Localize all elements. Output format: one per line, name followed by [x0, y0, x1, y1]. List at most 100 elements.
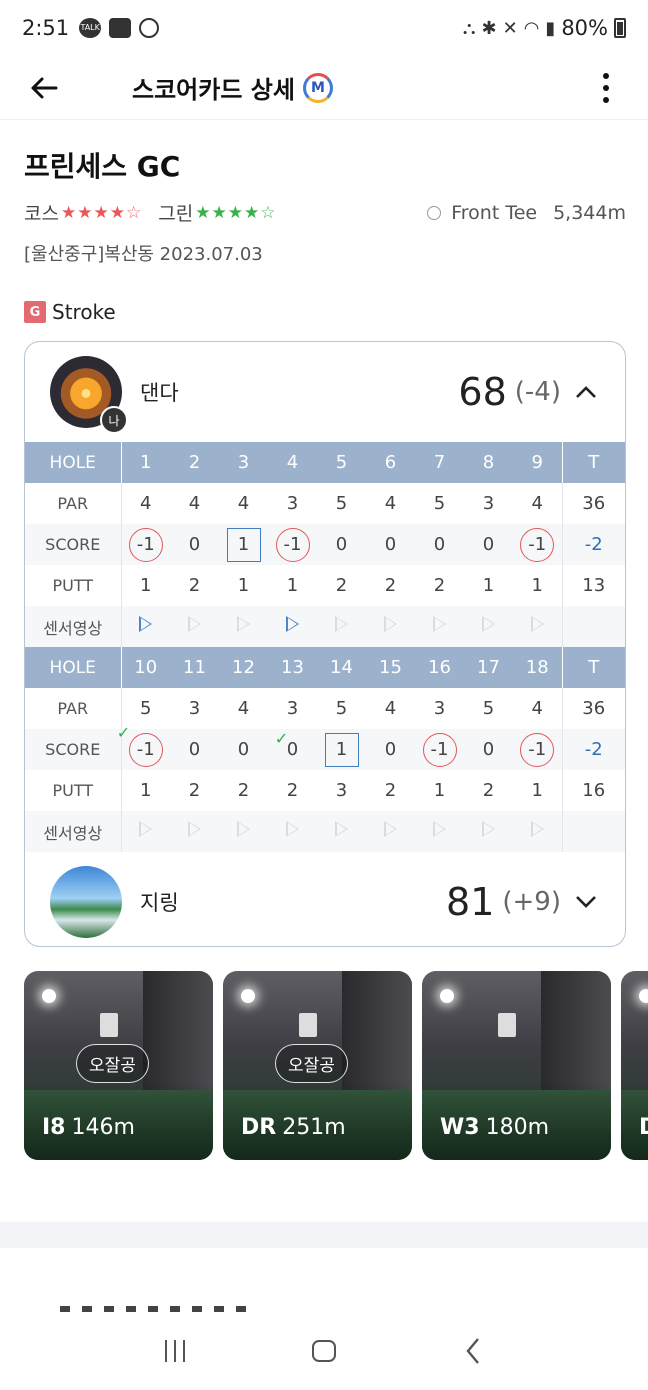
section-divider — [0, 1222, 648, 1248]
total-label: T — [561, 442, 625, 483]
video-play-cell — [366, 811, 415, 852]
player-row-2[interactable]: 지링 81 (+9) — [25, 852, 625, 946]
video-play-cell — [317, 606, 366, 647]
par-value: 3 — [286, 698, 299, 719]
total-label: T — [561, 647, 625, 688]
recent-apps-icon[interactable] — [155, 1331, 195, 1371]
video-play-cell — [366, 606, 415, 647]
score-total: -2 — [561, 524, 625, 565]
shot-distance: 180m — [485, 1115, 549, 1140]
hole-number: 2 — [170, 442, 219, 483]
arrow-left-icon — [31, 77, 58, 98]
score-row: SCORE -1 0 1 -1 0 0 0 0 -1 -2 — [25, 524, 625, 565]
play-icon — [335, 821, 348, 837]
play-icon — [335, 616, 348, 632]
signal-icon: ▮ — [545, 17, 556, 39]
par-score: 0 — [237, 739, 250, 760]
battery-icon — [614, 18, 626, 38]
collapse-button[interactable] — [575, 381, 597, 403]
putt-value: 2 — [286, 780, 299, 801]
score-cell: 0 — [415, 524, 464, 565]
shot-card[interactable]: D — [621, 971, 648, 1160]
putt-total: 13 — [561, 565, 625, 606]
video-play-cell[interactable] — [121, 606, 170, 647]
hole-number: 9 — [513, 442, 562, 483]
video-play-cell — [317, 811, 366, 852]
club-name: W3 — [440, 1115, 480, 1140]
star-empty-icon: ☆ — [125, 202, 143, 223]
par-score: 0 — [188, 534, 201, 555]
expand-button[interactable] — [575, 891, 597, 913]
score-cell: 1 — [317, 729, 366, 770]
par-value: 3 — [188, 698, 201, 719]
hole-number: 18 — [513, 647, 562, 688]
play-icon — [384, 616, 397, 632]
bluetooth-icon: ✱ — [481, 17, 497, 39]
video-play-cell[interactable] — [268, 606, 317, 647]
play-icon — [286, 821, 299, 837]
hole-number: 12 — [219, 647, 268, 688]
tee-info: Front Tee 5,344m — [427, 202, 626, 224]
putt-value: 1 — [482, 575, 495, 596]
putt-value: 1 — [140, 780, 152, 801]
par-score: 0 — [482, 534, 495, 555]
shot-distance: 251m — [282, 1115, 346, 1140]
par-score: 0 — [384, 534, 397, 555]
video-play-cell — [415, 606, 464, 647]
hole-number: 16 — [415, 647, 464, 688]
video-play-cell — [121, 811, 170, 852]
score-cell: 0 — [366, 524, 415, 565]
video-label: 센서영상 — [25, 811, 122, 852]
score-cell: 0 — [219, 729, 268, 770]
video-play-cell — [464, 811, 513, 852]
more-menu-button[interactable] — [586, 66, 626, 110]
play-icon[interactable] — [139, 616, 153, 632]
tee-radio-icon — [427, 205, 442, 220]
shot-card[interactable]: 오잘공 I8 146m — [24, 971, 213, 1160]
green-rating-label: 그린 — [158, 203, 194, 225]
score-label: SCORE — [25, 524, 122, 565]
score-cell: -1 — [513, 524, 562, 565]
putt-value: 2 — [188, 575, 201, 596]
star-filled-icon: ★ — [195, 202, 212, 223]
par-score: 0 — [384, 739, 397, 760]
android-icon: ⛬ — [462, 17, 476, 39]
home-button[interactable] — [304, 1331, 344, 1371]
wifi-icon: ◠ — [523, 17, 540, 39]
play-icon[interactable] — [286, 616, 299, 632]
putt-value: 1 — [286, 575, 299, 596]
back-nav-button[interactable] — [453, 1331, 493, 1371]
player-row-1[interactable]: 나 댄다 68 (-4) — [25, 342, 625, 442]
par-row: PAR 5 3 4 3 5 4 3 5 4 36 — [25, 688, 625, 729]
hole-number: 17 — [464, 647, 513, 688]
shot-card[interactable]: W3 180m — [422, 971, 611, 1160]
score-cell: ✓ 0 — [268, 729, 317, 770]
course-rating-label: 코스 — [24, 203, 59, 225]
par-score: 0 — [335, 534, 348, 555]
par-label: PAR — [25, 483, 122, 524]
score-cell: 1 — [219, 524, 268, 565]
star-filled-icon: ★ — [243, 202, 261, 223]
video-play-cell — [415, 811, 464, 852]
par-value: 5 — [335, 493, 348, 514]
par-value: 4 — [531, 493, 543, 514]
video-label: 센서영상 — [25, 606, 122, 647]
star-filled-icon: ★ — [227, 202, 244, 223]
score-cell: 0 — [317, 524, 366, 565]
club-name: DR — [241, 1115, 277, 1140]
play-icon — [237, 821, 250, 837]
par-value: 3 — [433, 698, 446, 719]
putt-value: 2 — [482, 780, 495, 801]
back-button[interactable] — [22, 66, 66, 110]
shot-card[interactable]: 오잘공 DR 251m — [223, 971, 412, 1160]
hole-number: 1 — [121, 442, 170, 483]
score-cell: -1 — [268, 524, 317, 565]
play-icon — [188, 821, 201, 837]
hole-number: 15 — [366, 647, 415, 688]
play-icon — [530, 821, 544, 837]
hole-number: 10 — [121, 647, 170, 688]
scorecard-panel: 나 댄다 68 (-4) HOLE 1 2 3 4 5 6 7 8 9 T PAR 4 4 4 3 5 4 5 3 4 3… — [24, 341, 626, 947]
battery-percent: 80% — [561, 16, 608, 40]
video-total-empty — [561, 606, 625, 647]
hole-label: HOLE — [25, 442, 122, 483]
